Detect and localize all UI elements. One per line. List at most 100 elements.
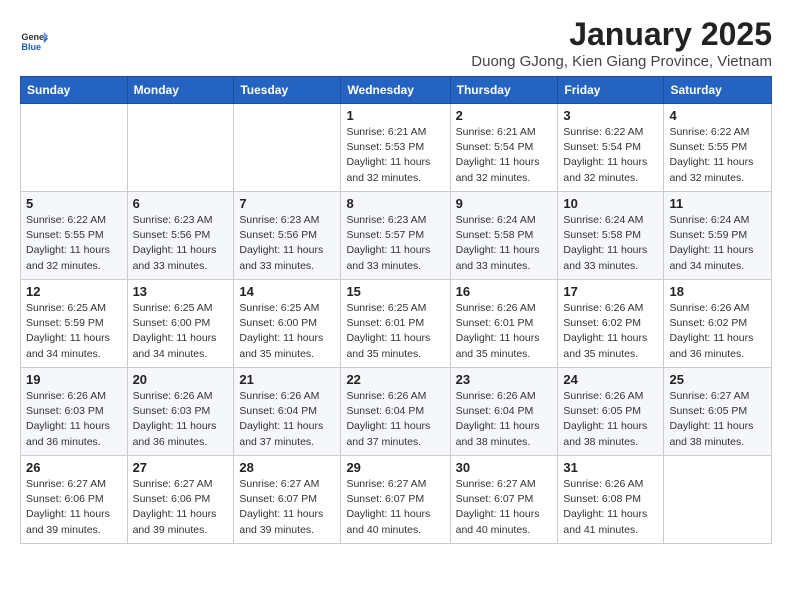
table-row [127, 104, 234, 192]
subtitle: Duong GJong, Kien Giang Province, Vietna… [471, 53, 772, 70]
calendar-week-3: 12 Sunrise: 6:25 AM Sunset: 5:59 PM Dayli… [21, 280, 772, 368]
col-friday: Friday [558, 77, 664, 104]
day-info: Sunrise: 6:26 AM Sunset: 6:02 PM Dayligh… [669, 301, 766, 362]
day-number: 6 [133, 196, 229, 211]
col-tuesday: Tuesday [234, 77, 341, 104]
day-number: 9 [456, 196, 553, 211]
day-info: Sunrise: 6:22 AM Sunset: 5:54 PM Dayligh… [563, 125, 658, 186]
day-number: 4 [669, 108, 766, 123]
table-row: 20 Sunrise: 6:26 AM Sunset: 6:03 PM Dayli… [127, 368, 234, 456]
day-number: 31 [563, 460, 658, 475]
table-row: 7 Sunrise: 6:23 AM Sunset: 5:56 PM Daylig… [234, 192, 341, 280]
day-number: 5 [26, 196, 122, 211]
day-number: 20 [133, 372, 229, 387]
table-row: 12 Sunrise: 6:25 AM Sunset: 5:59 PM Dayli… [21, 280, 128, 368]
table-row: 10Sunrise: 6:24 AM Sunset: 5:58 PM Dayli… [558, 192, 664, 280]
day-number: 10 [563, 196, 658, 211]
table-row [21, 104, 128, 192]
logo: General Blue [20, 29, 48, 57]
calendar-week-2: 5 Sunrise: 6:22 AM Sunset: 5:55 PM Daylig… [21, 192, 772, 280]
day-info: Sunrise: 6:26 AM Sunset: 6:02 PM Dayligh… [563, 301, 658, 362]
col-wednesday: Wednesday [341, 77, 450, 104]
day-number: 1 [346, 108, 444, 123]
day-number: 3 [563, 108, 658, 123]
table-row: 28 Sunrise: 6:27 AM Sunset: 6:07 PM Dayli… [234, 456, 341, 544]
day-info: Sunrise: 6:23 AM Sunset: 5:56 PM Dayligh… [133, 213, 229, 274]
day-info: Sunrise: 6:26 AM Sunset: 6:04 PM Dayligh… [456, 389, 553, 450]
day-info: Sunrise: 6:25 AM Sunset: 5:59 PM Dayligh… [26, 301, 122, 362]
table-row: 17Sunrise: 6:26 AM Sunset: 6:02 PM Dayli… [558, 280, 664, 368]
day-info: Sunrise: 6:26 AM Sunset: 6:01 PM Dayligh… [456, 301, 553, 362]
day-info: Sunrise: 6:27 AM Sunset: 6:07 PM Dayligh… [456, 477, 553, 538]
header: General Blue January 2025 Duong GJong, K… [20, 16, 772, 70]
table-row: 23 Sunrise: 6:26 AM Sunset: 6:04 PM Dayli… [450, 368, 558, 456]
day-number: 16 [456, 284, 553, 299]
table-row [664, 456, 772, 544]
day-info: Sunrise: 6:26 AM Sunset: 6:03 PM Dayligh… [133, 389, 229, 450]
calendar-header-row: Sunday Monday Tuesday Wednesday Thursday… [21, 77, 772, 104]
table-row: 8Sunrise: 6:23 AM Sunset: 5:57 PM Daylig… [341, 192, 450, 280]
table-row: 4 Sunrise: 6:22 AM Sunset: 5:55 PM Daylig… [664, 104, 772, 192]
day-number: 25 [669, 372, 766, 387]
table-row: 30 Sunrise: 6:27 AM Sunset: 6:07 PM Dayli… [450, 456, 558, 544]
day-number: 30 [456, 460, 553, 475]
day-info: Sunrise: 6:27 AM Sunset: 6:05 PM Dayligh… [669, 389, 766, 450]
table-row: 21Sunrise: 6:26 AM Sunset: 6:04 PM Dayli… [234, 368, 341, 456]
table-row: 5 Sunrise: 6:22 AM Sunset: 5:55 PM Daylig… [21, 192, 128, 280]
table-row: 29Sunrise: 6:27 AM Sunset: 6:07 PM Dayli… [341, 456, 450, 544]
table-row [234, 104, 341, 192]
month-title: January 2025 [471, 16, 772, 53]
table-row: 15Sunrise: 6:25 AM Sunset: 6:01 PM Dayli… [341, 280, 450, 368]
table-row: 26Sunrise: 6:27 AM Sunset: 6:06 PM Dayli… [21, 456, 128, 544]
day-info: Sunrise: 6:26 AM Sunset: 6:03 PM Dayligh… [26, 389, 122, 450]
table-row: 9 Sunrise: 6:24 AM Sunset: 5:58 PM Daylig… [450, 192, 558, 280]
table-row: 18Sunrise: 6:26 AM Sunset: 6:02 PM Dayli… [664, 280, 772, 368]
table-row: 24 Sunrise: 6:26 AM Sunset: 6:05 PM Dayli… [558, 368, 664, 456]
day-number: 24 [563, 372, 658, 387]
day-info: Sunrise: 6:22 AM Sunset: 5:55 PM Dayligh… [26, 213, 122, 274]
svg-text:Blue: Blue [21, 42, 41, 52]
day-info: Sunrise: 6:25 AM Sunset: 6:01 PM Dayligh… [346, 301, 444, 362]
logo-icon: General Blue [20, 29, 48, 57]
calendar-table: Sunday Monday Tuesday Wednesday Thursday… [20, 76, 772, 544]
day-info: Sunrise: 6:27 AM Sunset: 6:07 PM Dayligh… [346, 477, 444, 538]
day-number: 27 [133, 460, 229, 475]
day-number: 8 [346, 196, 444, 211]
table-row: 27 Sunrise: 6:27 AM Sunset: 6:06 PM Dayli… [127, 456, 234, 544]
table-row: 25 Sunrise: 6:27 AM Sunset: 6:05 PM Dayli… [664, 368, 772, 456]
col-monday: Monday [127, 77, 234, 104]
day-info: Sunrise: 6:26 AM Sunset: 6:08 PM Dayligh… [563, 477, 658, 538]
day-info: Sunrise: 6:23 AM Sunset: 5:56 PM Dayligh… [239, 213, 335, 274]
day-number: 21 [239, 372, 335, 387]
day-info: Sunrise: 6:21 AM Sunset: 5:53 PM Dayligh… [346, 125, 444, 186]
day-info: Sunrise: 6:27 AM Sunset: 6:07 PM Dayligh… [239, 477, 335, 538]
day-info: Sunrise: 6:26 AM Sunset: 6:05 PM Dayligh… [563, 389, 658, 450]
day-number: 7 [239, 196, 335, 211]
calendar-week-4: 19 Sunrise: 6:26 AM Sunset: 6:03 PM Dayli… [21, 368, 772, 456]
col-sunday: Sunday [21, 77, 128, 104]
day-info: Sunrise: 6:26 AM Sunset: 6:04 PM Dayligh… [346, 389, 444, 450]
day-number: 14 [239, 284, 335, 299]
col-thursday: Thursday [450, 77, 558, 104]
day-number: 26 [26, 460, 122, 475]
day-number: 12 [26, 284, 122, 299]
table-row: 11Sunrise: 6:24 AM Sunset: 5:59 PM Dayli… [664, 192, 772, 280]
day-number: 13 [133, 284, 229, 299]
day-number: 11 [669, 196, 766, 211]
day-info: Sunrise: 6:21 AM Sunset: 5:54 PM Dayligh… [456, 125, 553, 186]
day-number: 23 [456, 372, 553, 387]
col-saturday: Saturday [664, 77, 772, 104]
day-number: 2 [456, 108, 553, 123]
table-row: 1 Sunrise: 6:21 AM Sunset: 5:53 PM Daylig… [341, 104, 450, 192]
day-number: 19 [26, 372, 122, 387]
table-row: 2 Sunrise: 6:21 AM Sunset: 5:54 PM Daylig… [450, 104, 558, 192]
page: General Blue January 2025 Duong GJong, K… [0, 0, 792, 560]
table-row: 19 Sunrise: 6:26 AM Sunset: 6:03 PM Dayli… [21, 368, 128, 456]
day-info: Sunrise: 6:22 AM Sunset: 5:55 PM Dayligh… [669, 125, 766, 186]
day-info: Sunrise: 6:24 AM Sunset: 5:58 PM Dayligh… [456, 213, 553, 274]
day-number: 22 [346, 372, 444, 387]
calendar-week-5: 26 Sunrise: 6:27 AM Sunset: 6:06 PM Dayli… [21, 456, 772, 544]
day-info: Sunrise: 6:27 AM Sunset: 6:06 PM Dayligh… [133, 477, 229, 538]
day-number: 28 [239, 460, 335, 475]
table-row: 22 Sunrise: 6:26 AM Sunset: 6:04 PM Dayli… [341, 368, 450, 456]
